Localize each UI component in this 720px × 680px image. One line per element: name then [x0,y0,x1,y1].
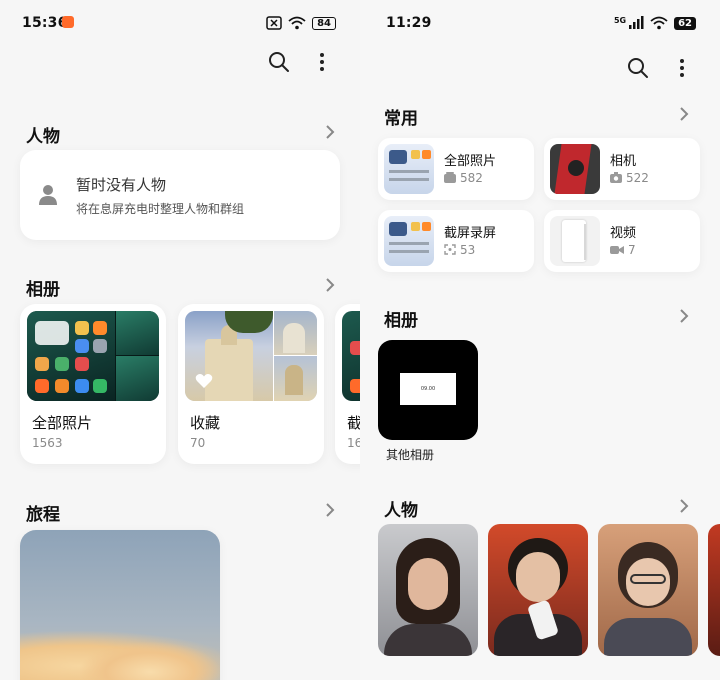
common-item-all-photos[interactable]: 全部照片 582 [378,138,534,200]
signal-icon [629,16,644,29]
wifi-icon [650,16,668,30]
trip-card[interactable] [20,530,220,680]
heart-icon [195,374,213,388]
search-icon [269,52,289,72]
video-icon [610,246,624,254]
person-thumb[interactable] [378,524,478,656]
more-options-button[interactable] [308,48,336,76]
no-sim-icon [266,16,282,30]
people-section-title: 人物 [384,501,418,521]
item-count: 582 [460,171,483,185]
album-card-screenshots[interactable]: 截 16 [335,304,360,464]
screenshot-icon [444,244,456,255]
more-vertical-icon [320,53,324,71]
item-count: 53 [460,243,476,257]
item-label: 相机 [610,154,637,169]
person-thumb[interactable] [708,524,720,656]
chevron-right-icon[interactable] [676,106,692,122]
trips-section-title: 旅程 [26,505,60,525]
album-cover [342,311,360,401]
search-icon [628,58,648,78]
status-time: 11:29 [386,15,432,31]
chevron-right-icon[interactable] [322,124,338,140]
common-item-screenshots[interactable]: 截屏录屏 53 [378,210,534,272]
person-thumb[interactable] [488,524,588,656]
albums-section-title: 相册 [26,280,60,300]
search-button[interactable] [624,54,652,82]
item-thumb [550,144,600,194]
album-count: 16 [347,436,360,450]
network-type: 5G [613,16,627,25]
item-label: 截屏录屏 [444,226,497,241]
status-time: 15:36 [22,15,68,31]
album-cover [27,311,159,401]
search-button[interactable] [265,48,293,76]
person-thumb[interactable] [598,524,698,656]
status-bar: 11:29 5G 62 [360,10,720,36]
album-label: 截 [347,414,360,432]
chevron-right-icon[interactable] [676,308,692,324]
common-item-videos[interactable]: 视频 7 [544,210,700,272]
item-count: 522 [626,171,649,185]
left-screen: 15:36 84 人物 暂时没有人物 将在息屏充电时整理人物和群组 相册 全部照… [0,0,360,680]
people-empty-card[interactable]: 暂时没有人物 将在息屏充电时整理人物和群组 [20,150,340,240]
common-item-camera[interactable]: 相机 522 [544,138,700,200]
people-section-title: 人物 [26,127,60,147]
album-card-favorites[interactable]: 收藏 70 [178,304,324,464]
common-section-title: 常用 [384,109,418,129]
people-empty-description: 将在息屏充电时整理人物和群组 [76,202,245,216]
more-vertical-icon [680,59,684,77]
camera-icon [610,172,622,183]
album-card-all-photos[interactable]: 全部照片 1563 [20,304,166,464]
album-count: 70 [190,436,206,450]
notification-icon [62,16,74,28]
other-albums-label: 其他相册 [386,448,435,462]
battery-indicator: 62 [674,16,696,30]
albums-section-title: 相册 [384,311,418,331]
item-thumb [384,144,434,194]
wifi-icon [288,16,306,30]
album-label: 全部照片 [32,414,93,432]
right-screen: 11:29 5G 62 常用 全部照片 582 相机 522 截屏录屏 53 视… [360,0,720,680]
item-count: 7 [628,243,636,257]
album-icon [444,172,456,183]
other-albums-cover[interactable]: 09.00 [378,340,478,440]
people-empty-title: 暂时没有人物 [76,176,167,194]
chevron-right-icon[interactable] [676,498,692,514]
item-thumb [384,216,434,266]
battery-indicator: 84 [312,16,336,30]
person-icon [39,185,57,205]
item-label: 视频 [610,226,637,241]
item-label: 全部照片 [444,154,497,169]
more-options-button[interactable] [668,54,696,82]
album-label: 收藏 [190,414,221,432]
chevron-right-icon[interactable] [322,502,338,518]
cover-preview-text: 09.00 [400,373,456,405]
chevron-right-icon[interactable] [322,277,338,293]
album-cover [185,311,317,401]
album-count: 1563 [32,436,63,450]
item-thumb [550,216,600,266]
status-bar: 15:36 84 [0,10,360,36]
